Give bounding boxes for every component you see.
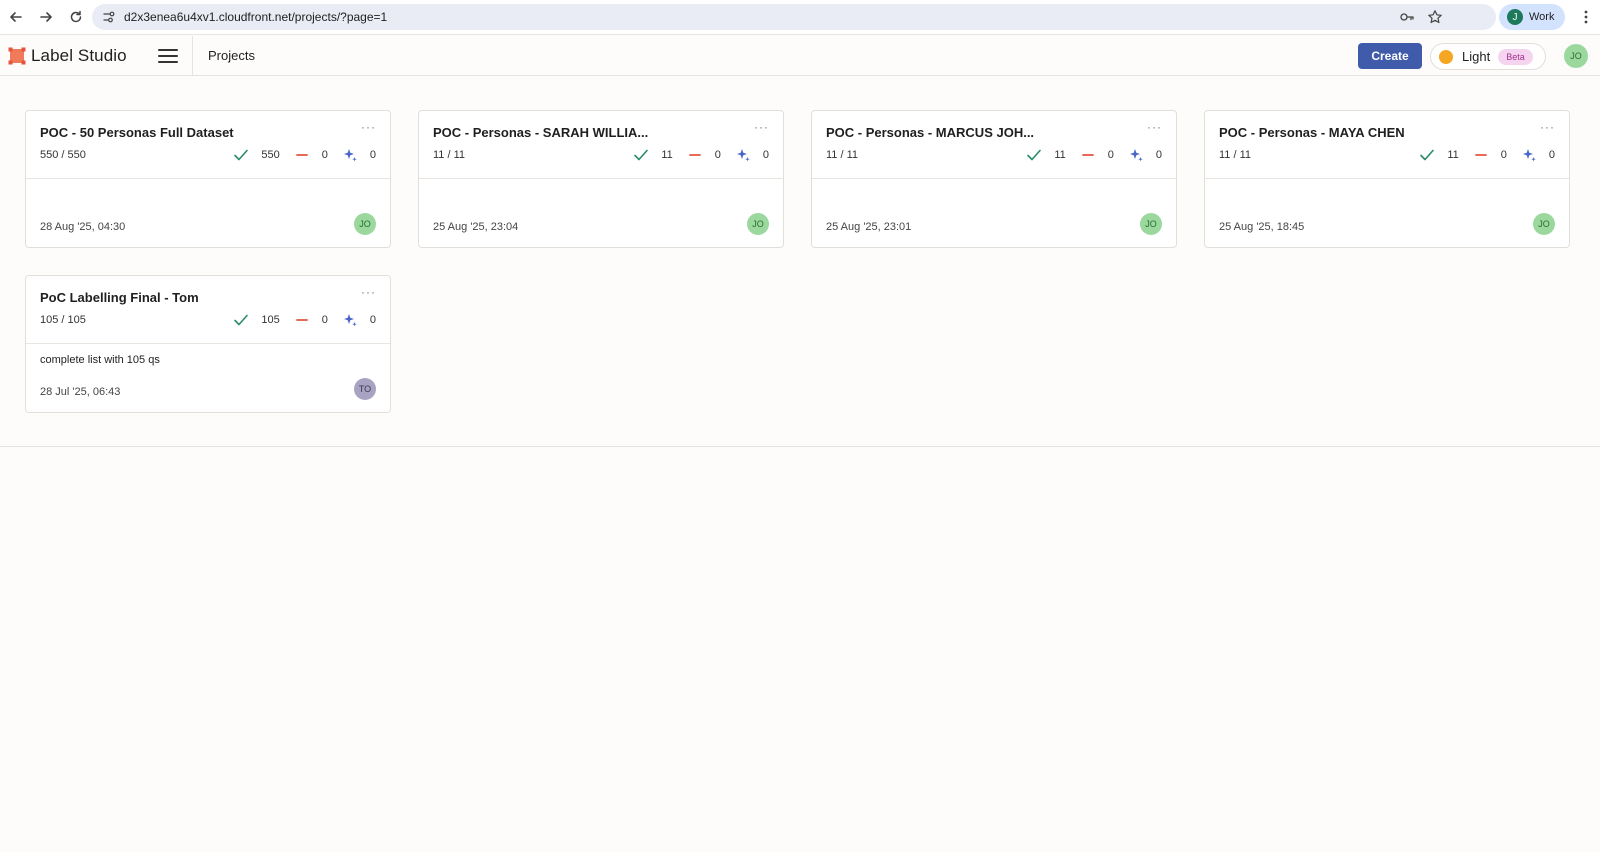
beta-badge: Beta: [1498, 48, 1533, 65]
skipped-minus-icon: [687, 147, 703, 163]
project-stats: 550 0 0: [219, 147, 376, 163]
owner-avatar: JO: [747, 213, 769, 235]
create-project-button[interactable]: Create: [1358, 43, 1422, 69]
url-text[interactable]: d2x3enea6u4xv1.cloudfront.net/projects/?…: [124, 10, 387, 24]
skipped-minus-icon: [294, 312, 310, 328]
app-logo[interactable]: Label Studio: [8, 46, 127, 66]
skipped-count: 0: [714, 149, 721, 161]
theme-toggle[interactable]: Light Beta: [1430, 43, 1546, 70]
project-card[interactable]: POC - Personas - MARCUS JOH... ··· 11 / …: [811, 110, 1177, 248]
completed-count: 11: [1447, 149, 1459, 161]
predictions-sparkle-icon: [342, 312, 358, 328]
project-title[interactable]: PoC Labelling Final - Tom: [40, 290, 199, 305]
predictions-sparkle-icon: [1128, 147, 1144, 163]
project-stats: 11 0 0: [1012, 147, 1162, 163]
project-title[interactable]: POC - Personas - MARCUS JOH...: [826, 125, 1034, 140]
profile-avatar: J: [1507, 9, 1523, 25]
more-options-icon[interactable]: ···: [1540, 121, 1555, 133]
owner-avatar: JO: [1140, 213, 1162, 235]
project-stats: 11 0 0: [1405, 147, 1555, 163]
theme-sun-icon: [1439, 49, 1453, 64]
project-card[interactable]: PoC Labelling Final - Tom ··· 105 / 105 …: [25, 275, 391, 413]
predictions-count: 0: [369, 314, 376, 326]
completed-check-icon: [233, 312, 249, 328]
address-bar[interactable]: d2x3enea6u4xv1.cloudfront.net/projects/?…: [92, 4, 1496, 30]
project-title[interactable]: POC - Personas - MAYA CHEN: [1219, 125, 1405, 140]
completed-count: 11: [661, 149, 673, 161]
project-date: 25 Aug '25, 23:04: [433, 221, 519, 233]
password-key-icon[interactable]: [1398, 8, 1416, 26]
task-progress: 105 / 105: [40, 314, 86, 326]
project-card[interactable]: POC - Personas - SARAH WILLIA... ··· 11 …: [418, 110, 784, 248]
header-divider: [192, 36, 193, 76]
reload-icon[interactable]: [62, 3, 90, 31]
project-card[interactable]: POC - Personas - MAYA CHEN ··· 11 / 11 1…: [1204, 110, 1570, 248]
completed-check-icon: [1419, 147, 1435, 163]
project-stats: 105 0 0: [219, 312, 376, 328]
theme-label: Light: [1462, 49, 1491, 64]
more-options-icon[interactable]: ···: [361, 286, 376, 298]
skipped-minus-icon: [1473, 147, 1489, 163]
predictions-count: 0: [762, 149, 769, 161]
predictions-sparkle-icon: [1521, 147, 1537, 163]
skipped-count: 0: [321, 149, 328, 161]
project-date: 25 Aug '25, 23:01: [826, 221, 912, 233]
completed-count: 550: [261, 149, 280, 161]
task-progress: 11 / 11: [1219, 149, 1252, 161]
skipped-count: 0: [1107, 149, 1114, 161]
predictions-sparkle-icon: [342, 147, 358, 163]
skipped-count: 0: [1500, 149, 1507, 161]
project-date: 25 Aug '25, 18:45: [1219, 221, 1305, 233]
bookmark-star-icon[interactable]: [1426, 8, 1444, 26]
more-options-icon[interactable]: ···: [1147, 121, 1162, 133]
completed-count: 11: [1054, 149, 1066, 161]
browser-profile-button[interactable]: J Work: [1499, 4, 1565, 30]
skipped-minus-icon: [1080, 147, 1096, 163]
site-settings-icon[interactable]: [96, 4, 122, 30]
completed-check-icon: [633, 147, 649, 163]
forward-icon[interactable]: [32, 3, 60, 31]
completed-count: 105: [261, 314, 280, 326]
project-title[interactable]: POC - 50 Personas Full Dataset: [40, 125, 234, 140]
label-studio-logo-icon: [8, 47, 26, 65]
more-options-icon[interactable]: ···: [361, 121, 376, 133]
main-menu-icon[interactable]: [158, 47, 178, 65]
app-header: Label Studio Projects Create Light Beta …: [0, 36, 1600, 76]
back-icon[interactable]: [2, 3, 30, 31]
skipped-minus-icon: [294, 147, 310, 163]
completed-check-icon: [233, 147, 249, 163]
app-name: Label Studio: [31, 46, 127, 65]
more-options-icon[interactable]: ···: [754, 121, 769, 133]
breadcrumb[interactable]: Projects: [208, 48, 255, 63]
completed-check-icon: [1026, 147, 1042, 163]
page-divider: [0, 446, 1600, 447]
task-progress: 11 / 11: [826, 149, 859, 161]
owner-avatar: TO: [354, 378, 376, 400]
owner-avatar: JO: [1533, 213, 1555, 235]
predictions-count: 0: [1548, 149, 1555, 161]
task-progress: 550 / 550: [40, 149, 86, 161]
project-stats: 11 0 0: [619, 147, 769, 163]
project-title[interactable]: POC - Personas - SARAH WILLIA...: [433, 125, 648, 140]
predictions-count: 0: [369, 149, 376, 161]
predictions-count: 0: [1155, 149, 1162, 161]
project-date: 28 Aug '25, 04:30: [40, 221, 126, 233]
predictions-sparkle-icon: [735, 147, 751, 163]
project-description: complete list with 105 qs: [40, 354, 160, 366]
owner-avatar: JO: [354, 213, 376, 235]
user-avatar[interactable]: JO: [1564, 44, 1588, 68]
skipped-count: 0: [321, 314, 328, 326]
browser-toolbar: d2x3enea6u4xv1.cloudfront.net/projects/?…: [0, 0, 1600, 35]
browser-menu-icon[interactable]: [1578, 8, 1594, 26]
task-progress: 11 / 11: [433, 149, 466, 161]
project-date: 28 Jul '25, 06:43: [40, 386, 121, 398]
project-card[interactable]: POC - 50 Personas Full Dataset ··· 550 /…: [25, 110, 391, 248]
profile-label: Work: [1529, 11, 1555, 23]
